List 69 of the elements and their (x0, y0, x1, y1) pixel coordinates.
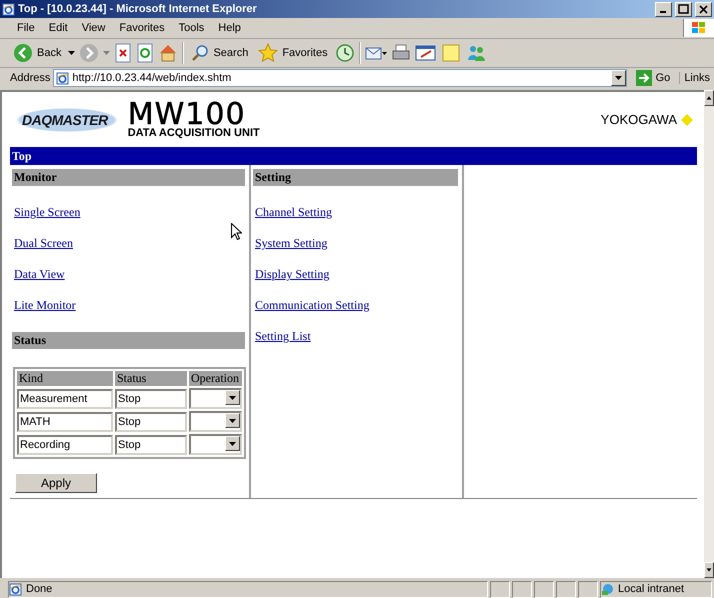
column-header: Operation (189, 371, 242, 386)
menu-item[interactable]: Favorites (112, 20, 172, 36)
favorites-button[interactable]: Favorites (255, 41, 331, 65)
menu-item[interactable]: Edit (42, 20, 75, 36)
dropdown-arrow-icon (229, 418, 236, 422)
star-icon (258, 43, 278, 63)
setting-link[interactable]: Communication Setting (255, 298, 370, 313)
operation-dropdown[interactable] (189, 388, 242, 409)
status-pane (578, 580, 598, 598)
mouse-pointer-icon (231, 223, 242, 240)
setting-link[interactable]: Setting List (255, 329, 311, 344)
setting-link[interactable]: Display Setting (255, 267, 330, 282)
setting-link[interactable]: System Setting (255, 236, 328, 251)
dropdown-arrow-icon (229, 396, 236, 400)
links-button[interactable]: Links (679, 72, 714, 84)
maker-logo: YOKOGAWA (600, 112, 677, 127)
search-icon (191, 44, 210, 62)
monitor-link[interactable]: Dual Screen (14, 236, 73, 251)
operation-dropdown[interactable] (189, 434, 242, 455)
menu-item[interactable]: Help (211, 20, 248, 36)
diamond-icon (681, 114, 693, 126)
status-field[interactable]: Stop (115, 412, 187, 432)
status-field[interactable]: Stop (115, 388, 187, 408)
scroll-up-icon[interactable] (704, 90, 714, 106)
logo-subtitle: DATA ACQUISITION UNIT (128, 128, 260, 139)
column-header: Status (115, 371, 187, 386)
section-header: Monitor (12, 169, 245, 186)
status-field[interactable]: Stop (115, 434, 187, 454)
scroll-down-icon[interactable] (704, 562, 714, 578)
maximize-icon[interactable] (675, 2, 692, 16)
dropdown-arrow-icon (614, 76, 622, 80)
monitor-link[interactable]: Single Screen (14, 205, 80, 220)
kind-field[interactable]: Recording (17, 434, 113, 454)
monitor-link[interactable]: Lite Monitor (14, 298, 76, 313)
zone-text: Local intranet (618, 583, 684, 595)
close-icon[interactable] (695, 2, 712, 16)
kind-field[interactable]: MATH (17, 412, 113, 432)
dropdown-icon[interactable] (68, 51, 76, 55)
section-header: Status (12, 332, 245, 349)
status-pane (490, 580, 510, 598)
monitor-link[interactable]: Data View (14, 267, 65, 282)
brand-logo: DAQMASTER (16, 108, 118, 132)
menu-item[interactable]: View (74, 20, 112, 36)
status-pane (534, 580, 554, 598)
go-arrow-icon (636, 70, 652, 86)
column-header: Kind (17, 371, 113, 386)
network-icon (601, 582, 615, 596)
window-title: Top - [10.0.23.44] - Microsoft Internet Explorer (18, 3, 258, 15)
address-label: Address (10, 72, 50, 84)
stop-icon[interactable] (114, 43, 132, 63)
kind-field[interactable]: Measurement (17, 388, 113, 408)
app-icon (2, 2, 15, 16)
status-text: Done (26, 583, 52, 595)
search-button[interactable]: Search (188, 42, 252, 64)
menu-item[interactable]: File (10, 20, 42, 36)
setting-link[interactable]: Channel Setting (255, 205, 332, 220)
history-icon[interactable] (334, 43, 355, 63)
status-pane (556, 580, 576, 598)
section-header: Setting (253, 169, 458, 186)
operation-dropdown[interactable] (189, 411, 242, 432)
apply-button[interactable]: Apply (15, 473, 97, 493)
minimize-icon[interactable] (655, 2, 672, 16)
page-banner: Top (10, 147, 697, 165)
go-button[interactable]: Go (630, 70, 676, 86)
back-button[interactable]: Back (10, 41, 64, 65)
menu-item[interactable]: Tools (172, 20, 212, 36)
address-field[interactable]: http://10.0.23.44/web/index.shtm (53, 69, 627, 87)
status-pane (512, 580, 532, 598)
dropdown-arrow-icon (229, 442, 236, 446)
